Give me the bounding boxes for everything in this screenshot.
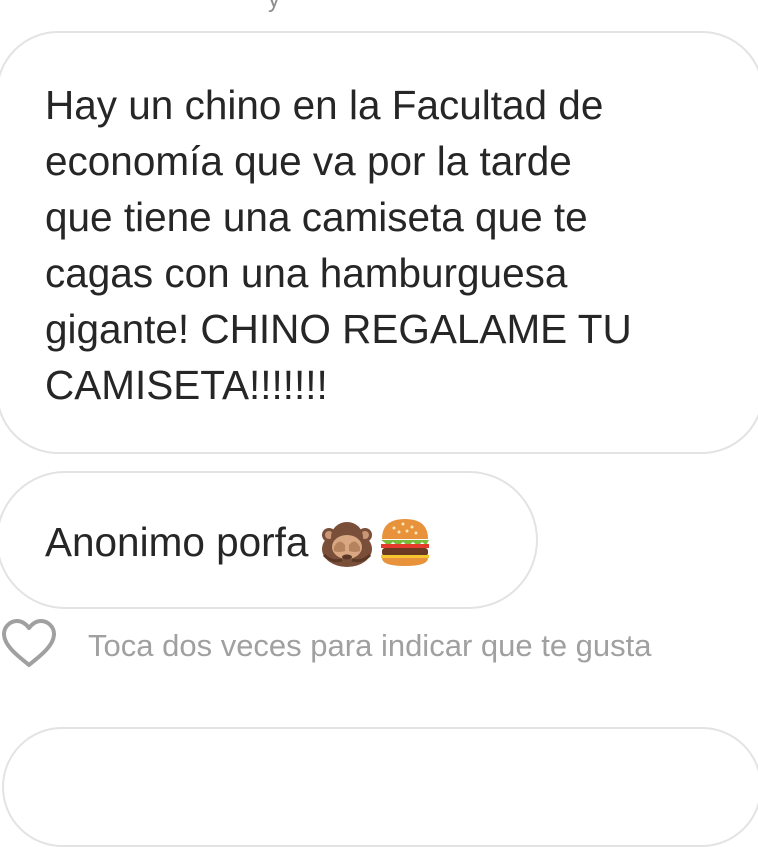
reply-bubble[interactable]: Anonimo porfa <box>0 471 538 609</box>
next-message-bubble[interactable] <box>2 727 758 847</box>
message-bubble[interactable]: Hay un chino en la Facultad de economía … <box>0 31 758 454</box>
reply-content: Anonimo porfa <box>45 511 432 573</box>
like-row: Toca dos veces para indicar que te gusta <box>0 617 758 673</box>
message-text: Hay un chino en la Facultad de economía … <box>45 82 632 408</box>
see-no-evil-monkey-icon <box>322 522 373 567</box>
like-hint-text: Toca dos veces para indicar que te gusta <box>88 628 652 663</box>
reply-text: Anonimo porfa <box>45 519 309 565</box>
previous-message-fragment: y <box>268 0 280 12</box>
heart-outline-icon[interactable] <box>0 617 58 671</box>
hamburger-icon <box>381 519 430 566</box>
